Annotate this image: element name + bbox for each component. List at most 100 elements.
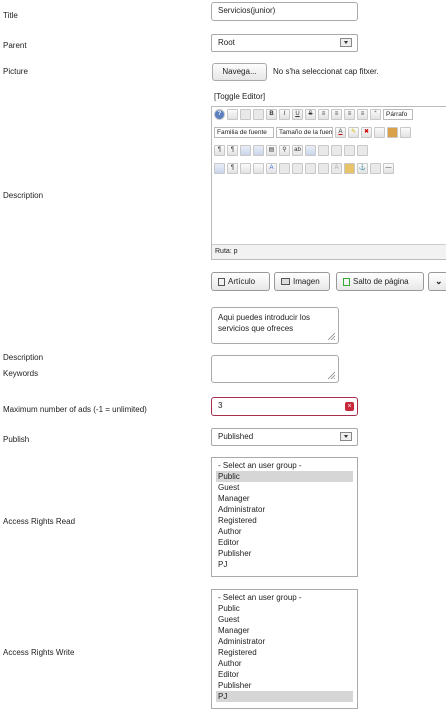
replace-icon[interactable]: ab bbox=[292, 145, 303, 156]
editor-status-bar: Ruta: p bbox=[212, 244, 446, 259]
align-left-icon[interactable]: ≡ bbox=[318, 109, 329, 120]
access-read-option[interactable]: Registered bbox=[216, 515, 353, 526]
copy-icon[interactable] bbox=[374, 127, 385, 138]
new-document-icon[interactable] bbox=[227, 109, 238, 120]
table-split-icon[interactable] bbox=[357, 145, 368, 156]
align-justify-icon[interactable]: ≡ bbox=[357, 109, 368, 120]
access-write-option[interactable]: Publisher bbox=[216, 680, 353, 691]
parent-select[interactable]: Root bbox=[211, 34, 358, 52]
resize-grip-icon[interactable] bbox=[327, 332, 335, 340]
text-color-icon[interactable]: A bbox=[335, 127, 346, 138]
access-read-option[interactable]: Public bbox=[216, 471, 353, 482]
table-merge-icon[interactable] bbox=[344, 145, 355, 156]
help-icon[interactable]: ? bbox=[214, 109, 225, 120]
align-right-icon[interactable]: ≡ bbox=[344, 109, 355, 120]
access-read-option[interactable]: Administrator bbox=[216, 504, 353, 515]
paragraph-mark-icon[interactable]: ¶ bbox=[227, 163, 238, 174]
access-read-option[interactable]: Manager bbox=[216, 493, 353, 504]
access-write-option[interactable]: Manager bbox=[216, 625, 353, 636]
bold-icon[interactable]: B bbox=[266, 109, 277, 120]
attribs-icon[interactable] bbox=[344, 163, 355, 174]
parent-label: Parent bbox=[3, 41, 27, 50]
publish-select[interactable]: Published bbox=[211, 428, 358, 446]
font-family-select[interactable]: Familia de fuente bbox=[214, 127, 274, 138]
acronym-icon[interactable] bbox=[305, 163, 316, 174]
article-button[interactable]: Artículo bbox=[211, 272, 270, 291]
article-button-label: Artículo bbox=[228, 277, 256, 286]
browse-button[interactable]: Navega... bbox=[212, 63, 267, 81]
image-icon bbox=[281, 278, 290, 285]
access-read-option[interactable]: PJ bbox=[216, 559, 353, 570]
blockquote-icon[interactable]: “ bbox=[370, 109, 381, 120]
max-ads-input[interactable]: 3 × bbox=[211, 397, 358, 416]
editor-content-area[interactable] bbox=[212, 179, 446, 244]
keywords-textarea[interactable] bbox=[211, 355, 339, 383]
insert-table-icon[interactable] bbox=[305, 145, 316, 156]
fullscreen-icon[interactable] bbox=[240, 145, 251, 156]
paste-text-icon[interactable] bbox=[400, 127, 411, 138]
access-read-option[interactable]: Editor bbox=[216, 537, 353, 548]
italic-icon[interactable]: I bbox=[279, 109, 290, 120]
find-icon[interactable]: ⚲ bbox=[279, 145, 290, 156]
preview-icon[interactable] bbox=[253, 145, 264, 156]
rtl-icon[interactable]: ¶ bbox=[227, 145, 238, 156]
template-icon[interactable] bbox=[240, 163, 251, 174]
parent-select-value: Root bbox=[218, 38, 235, 47]
table-row-icon[interactable] bbox=[318, 145, 329, 156]
abbr-icon[interactable] bbox=[292, 163, 303, 174]
align-center-icon[interactable]: ≡ bbox=[331, 109, 342, 120]
hr-icon[interactable]: — bbox=[383, 163, 394, 174]
access-write-option[interactable]: - Select an user group - bbox=[216, 592, 353, 603]
title-input[interactable]: Servicios(junior) bbox=[211, 2, 358, 21]
toolbar-row-4: ¶ A A ⚓ — bbox=[214, 163, 394, 175]
toolbar-row-3: ¶ ¶ ▤ ⚲ ab bbox=[214, 145, 368, 157]
strikethrough-icon[interactable]: S bbox=[305, 109, 316, 120]
description-textarea[interactable]: Aqui puedes introducir los servicios que… bbox=[211, 307, 339, 344]
paste-icon[interactable] bbox=[387, 127, 398, 138]
access-write-option[interactable]: Editor bbox=[216, 669, 353, 680]
access-write-listbox[interactable]: - Select an user group - Public Guest Manag… bbox=[211, 589, 358, 709]
cite-icon[interactable] bbox=[279, 163, 290, 174]
media-icon[interactable] bbox=[370, 163, 381, 174]
style-props-icon[interactable]: A bbox=[266, 163, 277, 174]
redo-icon[interactable] bbox=[253, 109, 264, 120]
page-break-button-label: Salto de página bbox=[353, 277, 409, 286]
print-icon[interactable]: ▤ bbox=[266, 145, 277, 156]
toggle-more-button[interactable]: ⌄ bbox=[428, 272, 446, 291]
resize-grip-icon[interactable] bbox=[327, 371, 335, 379]
chevron-down-icon bbox=[340, 38, 352, 47]
insert-layer-icon[interactable] bbox=[253, 163, 264, 174]
table-col-icon[interactable] bbox=[331, 145, 342, 156]
highlight-color-icon[interactable]: ✎ bbox=[348, 127, 359, 138]
toggle-editor-link[interactable]: [Toggle Editor] bbox=[214, 92, 265, 101]
access-write-option[interactable]: Author bbox=[216, 658, 353, 669]
toolbar-row-1: ? B I U S ≡ ≡ ≡ ≡ “ Párrafo bbox=[214, 109, 413, 121]
font-size-select[interactable]: Tamaño de la fuente bbox=[276, 127, 333, 138]
rich-text-editor: ? B I U S ≡ ≡ ≡ ≡ “ Párrafo Familia de f… bbox=[211, 106, 446, 260]
access-read-option[interactable]: Publisher bbox=[216, 548, 353, 559]
remove-format-icon[interactable]: ✖ bbox=[361, 127, 372, 138]
access-write-option[interactable]: Guest bbox=[216, 614, 353, 625]
undo-icon[interactable] bbox=[240, 109, 251, 120]
underline-icon[interactable]: U bbox=[292, 109, 303, 120]
anchor-icon[interactable]: ⚓ bbox=[357, 163, 368, 174]
page-break-button[interactable]: Salto de página bbox=[336, 272, 424, 291]
paragraph-format-select[interactable]: Párrafo bbox=[383, 109, 413, 120]
del-icon[interactable] bbox=[318, 163, 329, 174]
image-button[interactable]: Imagen bbox=[274, 272, 330, 291]
access-write-option[interactable]: Registered bbox=[216, 647, 353, 658]
access-write-option[interactable]: PJ bbox=[216, 691, 353, 702]
article-icon bbox=[218, 277, 225, 286]
access-write-option[interactable]: Public bbox=[216, 603, 353, 614]
access-write-label: Access Rights Write bbox=[3, 648, 75, 657]
visual-aid-icon[interactable] bbox=[214, 163, 225, 174]
access-read-option[interactable]: Author bbox=[216, 526, 353, 537]
ins-icon[interactable]: A bbox=[331, 163, 342, 174]
access-write-option[interactable]: Administrator bbox=[216, 636, 353, 647]
ltr-icon[interactable]: ¶ bbox=[214, 145, 225, 156]
access-read-option[interactable]: - Select an user group - bbox=[216, 460, 353, 471]
chevron-down-icon: ⌄ bbox=[435, 276, 443, 286]
access-read-label: Access Rights Read bbox=[3, 517, 76, 526]
access-read-option[interactable]: Guest bbox=[216, 482, 353, 493]
access-read-listbox[interactable]: - Select an user group - Public Guest Manag… bbox=[211, 457, 358, 577]
